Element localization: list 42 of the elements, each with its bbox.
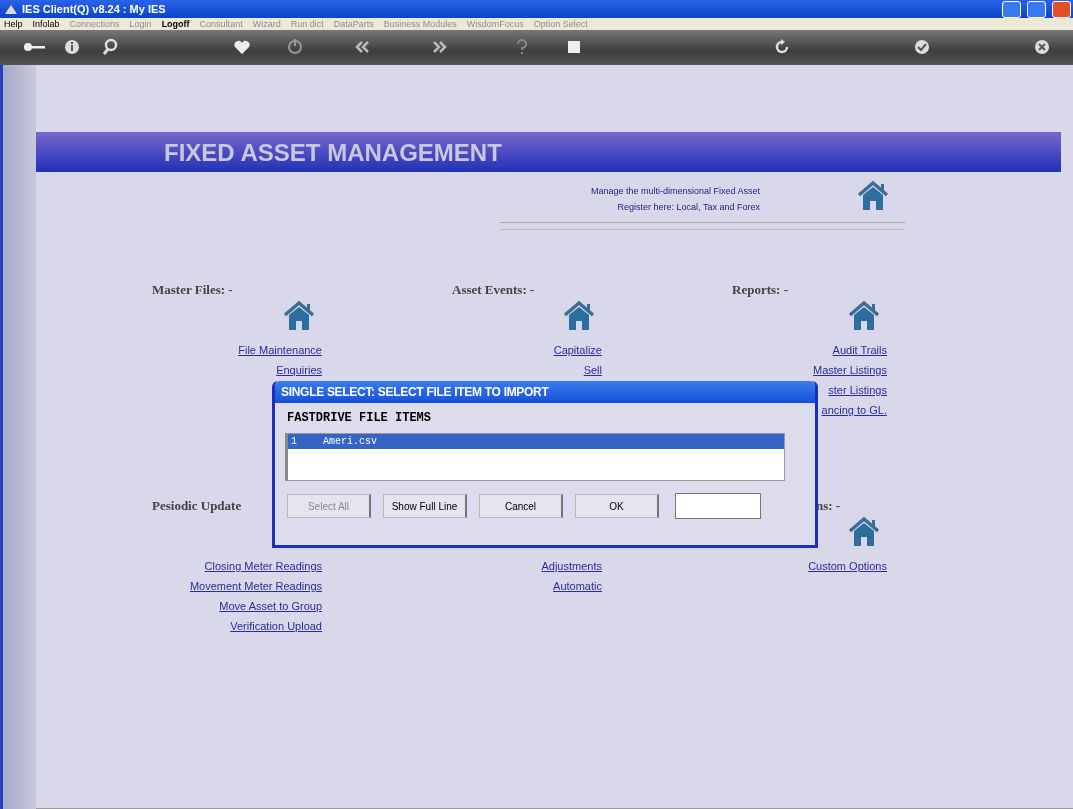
minimize-button[interactable] <box>1002 0 1021 18</box>
menu-item[interactable]: Logoff <box>161 19 190 29</box>
menu-link[interactable]: Enquiries <box>276 360 322 380</box>
app-icon <box>4 3 18 15</box>
menu-link[interactable]: Capitalize <box>553 340 602 360</box>
menu-link[interactable]: ancing to GL. <box>821 400 887 420</box>
dialog-button[interactable]: Show Full Line <box>383 494 467 518</box>
dialog-button[interactable]: OK <box>575 494 659 518</box>
menu-link[interactable]: Master Listings <box>813 360 887 380</box>
menu-link[interactable]: Movement Meter Readings <box>189 576 322 596</box>
section-heading: Master Files: - <box>152 282 233 297</box>
menu-item[interactable]: Infolab <box>32 19 60 29</box>
menu-link[interactable]: ster Listings <box>828 380 887 400</box>
menu-link[interactable]: Closing Meter Readings <box>204 556 322 576</box>
home-icon <box>282 300 316 332</box>
menu-link[interactable]: Custom Options <box>808 556 887 576</box>
maximize-button[interactable] <box>1027 0 1046 18</box>
intro-text: Register here: Local, Tax and Forex <box>617 202 760 212</box>
dialog-title: SINGLE SELECT: SELECT FILE ITEM TO IMPORT <box>275 381 815 403</box>
section-heading: Asset Events: - <box>452 282 535 297</box>
section-heading: Pesiodic Update <box>152 498 242 513</box>
page-title: FIXED ASSET MANAGEMENT <box>36 132 1061 172</box>
window-title: IES Client(Q) v8.24 : My IES <box>22 3 166 15</box>
input-field[interactable] <box>675 493 761 519</box>
list-item[interactable]: 1 Ameri.csv <box>288 434 784 449</box>
menu-item[interactable]: Help <box>4 19 23 29</box>
menu-link[interactable]: Automatic <box>553 576 602 596</box>
menu-link[interactable]: Move Asset to Group <box>219 596 322 616</box>
menu-link[interactable]: Audit Trails <box>832 340 887 360</box>
menu-link[interactable]: File Maintenance <box>238 340 322 360</box>
section-heading: Reports: - <box>732 282 788 297</box>
list-label: FASTDRIVE FILE ITEMS <box>287 411 433 427</box>
menu-link[interactable]: Verification Upload <box>230 616 322 636</box>
intro-text: Manage the multi-dimensional Fixed Asset <box>590 186 760 196</box>
menu-link[interactable]: Sell <box>583 360 602 380</box>
home-icon <box>847 516 881 548</box>
close-button[interactable] <box>1052 0 1071 18</box>
home-icon <box>562 300 596 332</box>
dialog-button[interactable]: Cancel <box>479 494 563 518</box>
home-icon <box>856 180 890 212</box>
home-icon <box>847 300 881 332</box>
menu-link[interactable]: Adjustments <box>541 556 602 576</box>
